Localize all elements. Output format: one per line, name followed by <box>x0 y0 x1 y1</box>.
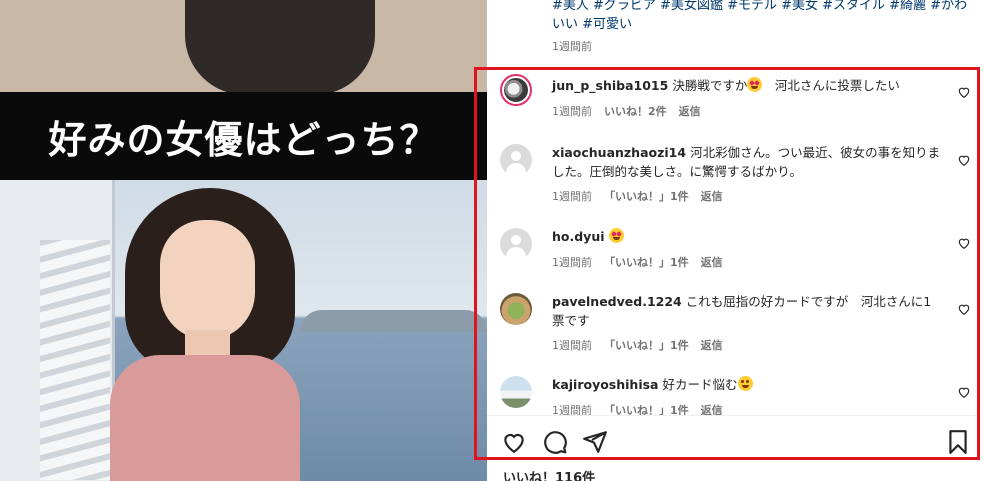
star-struck-emoji <box>747 77 763 92</box>
heart-icon[interactable] <box>501 429 527 455</box>
comment-likes[interactable]: いいね！2件 <box>604 105 667 118</box>
comment-text: jun_p_shiba1015 決勝戦ですか 河北さんに投票したい <box>552 76 942 95</box>
comment-text: ho.dyui <box>552 227 942 246</box>
comment-time[interactable]: 1週間前 <box>552 190 592 203</box>
comment-username[interactable]: pavelnedved.1224 <box>552 294 682 309</box>
comment-username[interactable]: ho.dyui <box>552 229 605 244</box>
comment-time[interactable]: 1週間前 <box>552 256 592 269</box>
distant-shore <box>300 310 487 332</box>
comment-body: 決勝戦ですか <box>672 78 748 93</box>
avatar[interactable] <box>500 376 532 408</box>
comment-meta: 1週間前 いいね！2件 返信 <box>552 103 713 119</box>
comment-text: xiaochuanzhaozi14 河北彩伽さん。つい最近、彼女の事を知りました。… <box>552 143 942 181</box>
woman-face <box>160 220 255 340</box>
heart-icon[interactable] <box>957 302 971 316</box>
reply-button[interactable]: 返信 <box>701 339 723 352</box>
ship-stairs <box>40 240 110 480</box>
caption-hashtags-line2[interactable]: いい #可愛い <box>552 15 972 34</box>
heart-icon[interactable] <box>957 385 971 399</box>
star-struck-emoji <box>608 228 624 243</box>
comment-likes[interactable]: 「いいね！」1件 <box>604 190 689 203</box>
media-top-photo <box>0 0 487 95</box>
comment-likes[interactable]: 「いいね！」1件 <box>604 339 689 352</box>
heart-icon[interactable] <box>957 85 971 99</box>
post-media[interactable]: 好みの女優はどっち？ <box>0 0 487 481</box>
likes-count[interactable]: いいね！116件 <box>503 467 595 481</box>
bookmark-icon[interactable] <box>945 429 971 455</box>
avatar[interactable] <box>500 293 532 325</box>
avatar[interactable] <box>500 74 532 106</box>
comment-username[interactable]: kajiroyoshihisa <box>552 377 659 392</box>
comment-username[interactable]: xiaochuanzhaozi14 <box>552 145 686 160</box>
avatar[interactable] <box>500 144 532 176</box>
media-main-photo <box>0 180 487 481</box>
comment-meta: 1週間前 「いいね！」1件 返信 <box>552 188 735 204</box>
heart-icon[interactable] <box>957 153 971 167</box>
comment-body: 好カード悩む <box>662 377 738 392</box>
woman-top <box>110 355 300 481</box>
avatar-photo <box>504 78 528 102</box>
reply-button[interactable]: 返信 <box>679 105 701 118</box>
media-banner-text: 好みの女優はどっち？ <box>48 116 439 162</box>
comment-meta: 1週間前 「いいね！」1件 返信 <box>552 337 735 353</box>
media-banner: 好みの女優はどっち？ <box>0 92 487 180</box>
comment-time[interactable]: 1週間前 <box>552 339 592 352</box>
comment-time[interactable]: 1週間前 <box>552 105 592 118</box>
actions-divider <box>487 415 979 416</box>
caption-hashtags-line1[interactable]: #美人 #グラビア #美女図鑑 #モデル #美女 #スタイル #綺麗 #かわ <box>552 0 972 15</box>
caption-hashtags[interactable]: #美人 #グラビア #美女図鑑 #モデル #美女 #スタイル #綺麗 #かわ い… <box>552 0 972 34</box>
comment-text: kajiroyoshihisa 好カード悩む <box>552 375 942 394</box>
comment-body-cont: 河北さんに投票したい <box>762 78 900 93</box>
caption-timestamp: 1週間前 <box>552 40 592 53</box>
comment-meta: 1週間前 「いいね！」1件 返信 <box>552 254 735 270</box>
comment-text: pavelnedved.1224 これも屈指の好カードですが 河北さんに1票です <box>552 292 942 330</box>
reply-button[interactable]: 返信 <box>701 190 723 203</box>
comment-icon[interactable] <box>542 429 568 455</box>
post-action-bar <box>487 425 979 457</box>
grinning-sweat-emoji <box>737 376 753 391</box>
comment-username[interactable]: jun_p_shiba1015 <box>552 78 668 93</box>
avatar[interactable] <box>500 228 532 260</box>
comment-likes[interactable]: 「いいね！」1件 <box>604 256 689 269</box>
heart-icon[interactable] <box>957 236 971 250</box>
reply-button[interactable]: 返信 <box>701 256 723 269</box>
media-figure <box>185 0 375 95</box>
share-icon[interactable] <box>582 429 608 455</box>
